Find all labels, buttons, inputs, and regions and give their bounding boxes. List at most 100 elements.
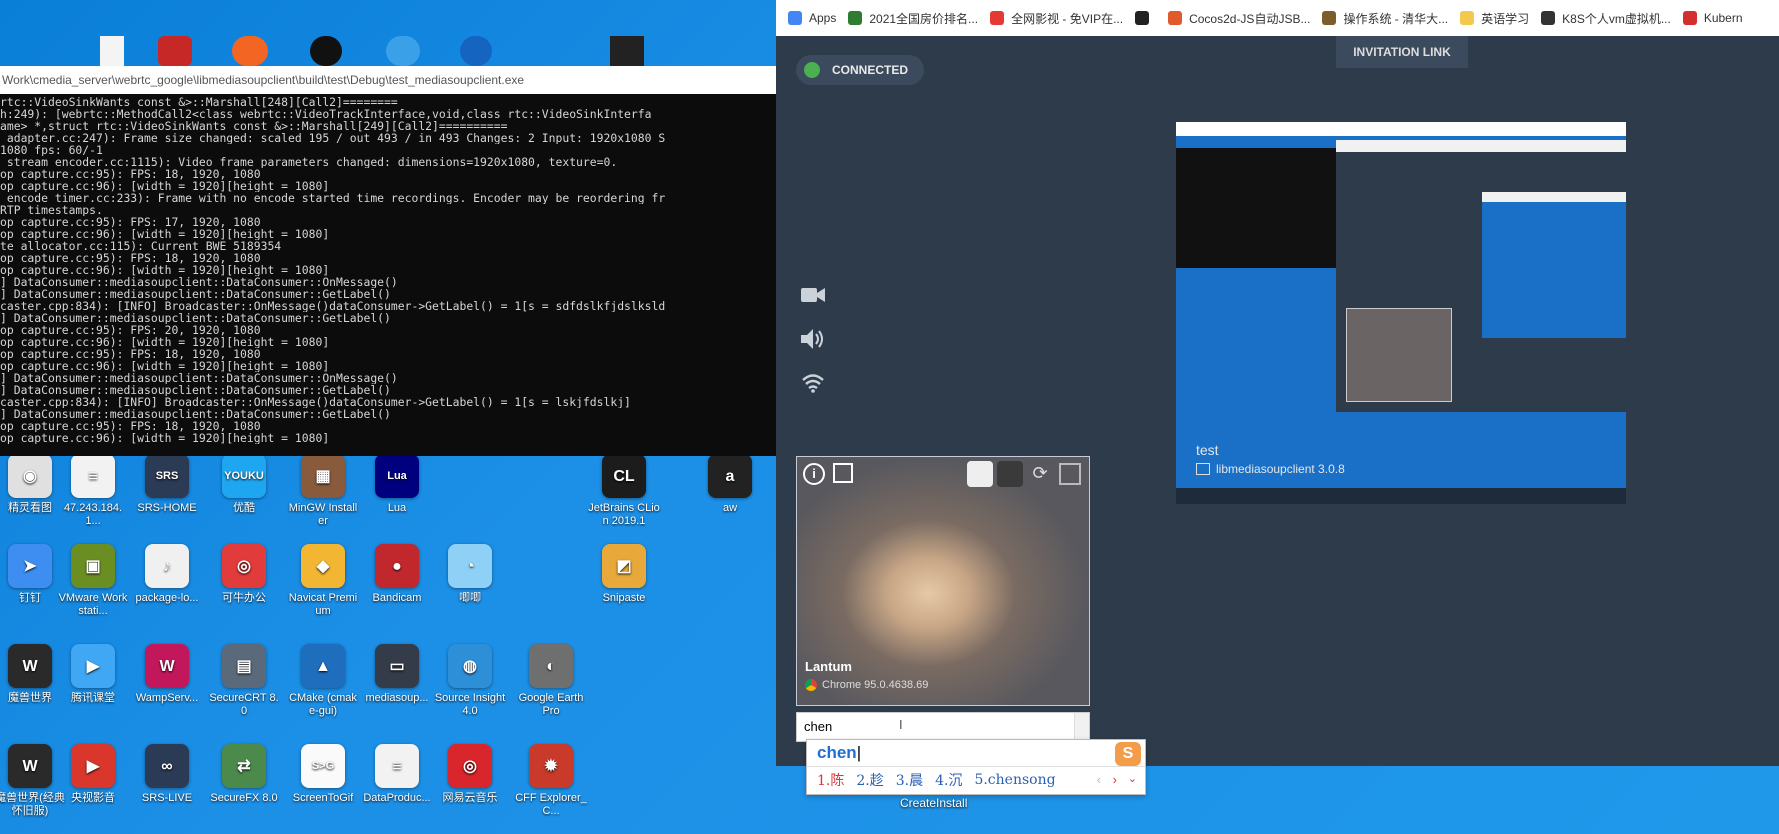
desktop-icon[interactable]: Lua Lua <box>361 454 433 515</box>
speaker-icon[interactable] <box>798 324 828 354</box>
desktop-icon[interactable]: ▶ 央视影音 <box>57 744 129 805</box>
desktop-app-icon: ♪ <box>145 544 189 588</box>
console-window[interactable]: Work\cmedia_server\webrtc_google\libmedi… <box>0 66 776 456</box>
desktop-icon[interactable]: ▶ 腾讯课堂 <box>57 644 129 705</box>
desktop-app-icon: CL <box>602 454 646 498</box>
ime-candidate[interactable]: 2.趁 <box>856 770 883 790</box>
console-line: op_capture.cc:96): [width = 1920][height… <box>0 432 330 444</box>
desktop-icon-label: DataProduc... <box>363 792 431 804</box>
desktop-icon[interactable]: ✹ CFF Explorer_C... <box>515 744 587 818</box>
desktop-icon[interactable]: ◎ 可牛办公 <box>208 544 280 605</box>
desktop-app-icon: ▤ <box>222 644 266 688</box>
desktop-icon-partial[interactable] <box>610 36 644 66</box>
bookmark-item[interactable]: 英语学习 <box>1460 10 1529 27</box>
desktop-app-icon: ◎ <box>448 744 492 788</box>
ime-expand-icon[interactable]: ⌄ <box>1128 772 1137 785</box>
desktop-app-icon: ⇄ <box>222 744 266 788</box>
console-line: op_capture.cc:96): [width = 1920][height… <box>0 228 330 240</box>
bookmark-item[interactable]: 操作系统 - 清华大... <box>1322 10 1448 27</box>
desktop-app-icon: ◩ <box>602 544 646 588</box>
ime-composition: chen| <box>817 743 862 762</box>
ime-prev-icon[interactable]: ‹ <box>1097 772 1101 787</box>
desktop-icon[interactable]: ● Bandicam <box>361 544 433 605</box>
camera-icon[interactable] <box>798 280 828 310</box>
desktop-icon[interactable]: ▲ CMake (cmake-gui) <box>287 644 359 718</box>
console-line: 1080 fps: 60/-1 <box>0 144 103 156</box>
ime-next-icon[interactable]: › <box>1113 772 1117 787</box>
desktop-icon[interactable]: ♪ package-lo... <box>131 544 203 605</box>
desktop-icon[interactable]: ◐ Google Earth Pro <box>515 644 587 718</box>
desktop-icon[interactable]: ▤ SecureCRT 8.0 <box>208 644 280 718</box>
bookmark-favicon-icon <box>1460 11 1475 25</box>
console-line: op_capture.cc:96): [width = 1920][height… <box>0 336 330 348</box>
webcam-button[interactable] <box>997 461 1023 487</box>
desktop-icon[interactable]: ◎ 网易云音乐 <box>434 744 506 805</box>
desktop-app-icon: ➤ <box>8 544 52 588</box>
desktop-app-icon: ◎ <box>222 544 266 588</box>
desktop-icon-partial[interactable] <box>232 36 268 66</box>
desktop-app-icon: YOUKU <box>222 454 266 498</box>
share-screen-icon[interactable] <box>1059 463 1081 485</box>
bookmark-item[interactable]: 2021全国房价排名... <box>848 10 978 27</box>
ime-candidate[interactable]: 3.晨 <box>896 770 923 790</box>
mic-button[interactable] <box>967 461 993 487</box>
bookmark-label: 英语学习 <box>1481 11 1530 26</box>
bookmarks-bar: Apps 2021全国房价排名... 全网影视 - 免VIP在... Cocos2d-… <box>776 0 1779 36</box>
bookmark-item[interactable]: Apps <box>788 11 836 25</box>
bookmark-item[interactable]: 全网影视 - 免VIP在... <box>990 10 1123 27</box>
desktop-icon[interactable]: ≡ DataProduc... <box>361 744 433 805</box>
desktop-icon-partial[interactable] <box>158 36 192 66</box>
info-icon[interactable]: i <box>803 463 825 485</box>
desktop-icon[interactable]: ∞ SRS-LIVE <box>131 744 203 805</box>
bookmark-label: 全网影视 - 免VIP在... <box>1011 11 1124 26</box>
desktop-icon[interactable]: ▣ VMware Workstati... <box>57 544 129 618</box>
ime-candidate[interactable]: 1.陈 <box>817 770 844 790</box>
desktop-icon[interactable]: ≡ 47.243.184.1... <box>57 454 129 528</box>
desktop-icon[interactable]: a aw <box>694 454 766 515</box>
desktop-icon[interactable]: ◍ Source Insight 4.0 <box>434 644 506 718</box>
desktop-icon[interactable]: ◔ 唧唧 <box>434 544 506 605</box>
ime-candidate[interactable]: 5.chensong <box>974 772 1055 788</box>
desktop-app-icon: ∞ <box>145 744 189 788</box>
desktop-icon[interactable]: W WampServ... <box>131 644 203 705</box>
desktop-icon[interactable]: ◆ Navicat Premium <box>287 544 359 618</box>
bookmark-item[interactable]: Cocos2d-JS自动JSB... <box>1168 10 1310 27</box>
desktop-icon[interactable]: S>G ScreenToGif <box>287 744 359 805</box>
ime-candidate[interactable]: 4.沉 <box>935 770 962 790</box>
desktop-icon-partial[interactable] <box>460 36 492 66</box>
wifi-icon[interactable] <box>798 368 828 398</box>
change-webcam-icon[interactable]: ⟳ <box>1029 463 1051 485</box>
desktop-app-icon: SRS <box>145 454 189 498</box>
desktop-icon-label: 网易云音乐 <box>442 792 498 804</box>
desktop-app-icon: Lua <box>375 454 419 498</box>
desktop-icon[interactable]: ◩ Snipaste <box>588 544 660 605</box>
desktop-icon-label: SecureCRT 8.0 <box>209 692 279 717</box>
desktop-app-icon: ◉ <box>8 454 52 498</box>
desktop-icon-partial[interactable] <box>386 36 420 66</box>
desktop-icon[interactable]: ⇄ SecureFX 8.0 <box>208 744 280 805</box>
bookmark-item[interactable]: K8S个人vm虚拟机... <box>1541 10 1671 27</box>
desktop-icon[interactable]: ▭ mediasoup... <box>361 644 433 705</box>
ime-candidate-window[interactable]: chen| S 1.陈 2.趁 3.晨 4.沉 5.chensong ‹ › ⌄ <box>806 739 1146 795</box>
remote-nested-remote <box>1482 192 1626 338</box>
remote-peer-video: test libmediasoupclient 3.0.8 <box>1176 122 1626 504</box>
desktop-app-icon: S>G <box>301 744 345 788</box>
bookmark-favicon-icon <box>1168 11 1183 25</box>
desktop-icon[interactable]: SRS SRS-HOME <box>131 454 203 515</box>
console-line: ] DataConsumer::mediasoupclient::DataCon… <box>0 288 391 300</box>
bookmark-item[interactable]: Kubern <box>1682 11 1743 25</box>
desktop-icon[interactable]: CL JetBrains CLion 2019.1 <box>588 454 660 528</box>
desktop-app-icon: ▭ <box>375 644 419 688</box>
chat-scrollbar[interactable] <box>1074 713 1089 741</box>
desktop-icon[interactable]: ▦ MinGW Installer <box>287 454 359 528</box>
stats-icon[interactable] <box>833 463 853 483</box>
invitation-link-button[interactable]: INVITATION LINK <box>1336 36 1468 68</box>
bookmark-item[interactable] <box>1135 11 1156 25</box>
device-icon <box>1196 463 1210 475</box>
desktop-icon-partial[interactable] <box>310 36 342 66</box>
desktop-icon-partial[interactable] <box>100 36 124 66</box>
chat-input[interactable]: chen I <box>796 712 1090 742</box>
desktop-icon[interactable]: YOUKU 优酷 <box>208 454 280 515</box>
remote-nested-video <box>1346 308 1452 402</box>
console-output: rtc::VideoSinkWants const &>::Marshall[2… <box>0 94 776 452</box>
